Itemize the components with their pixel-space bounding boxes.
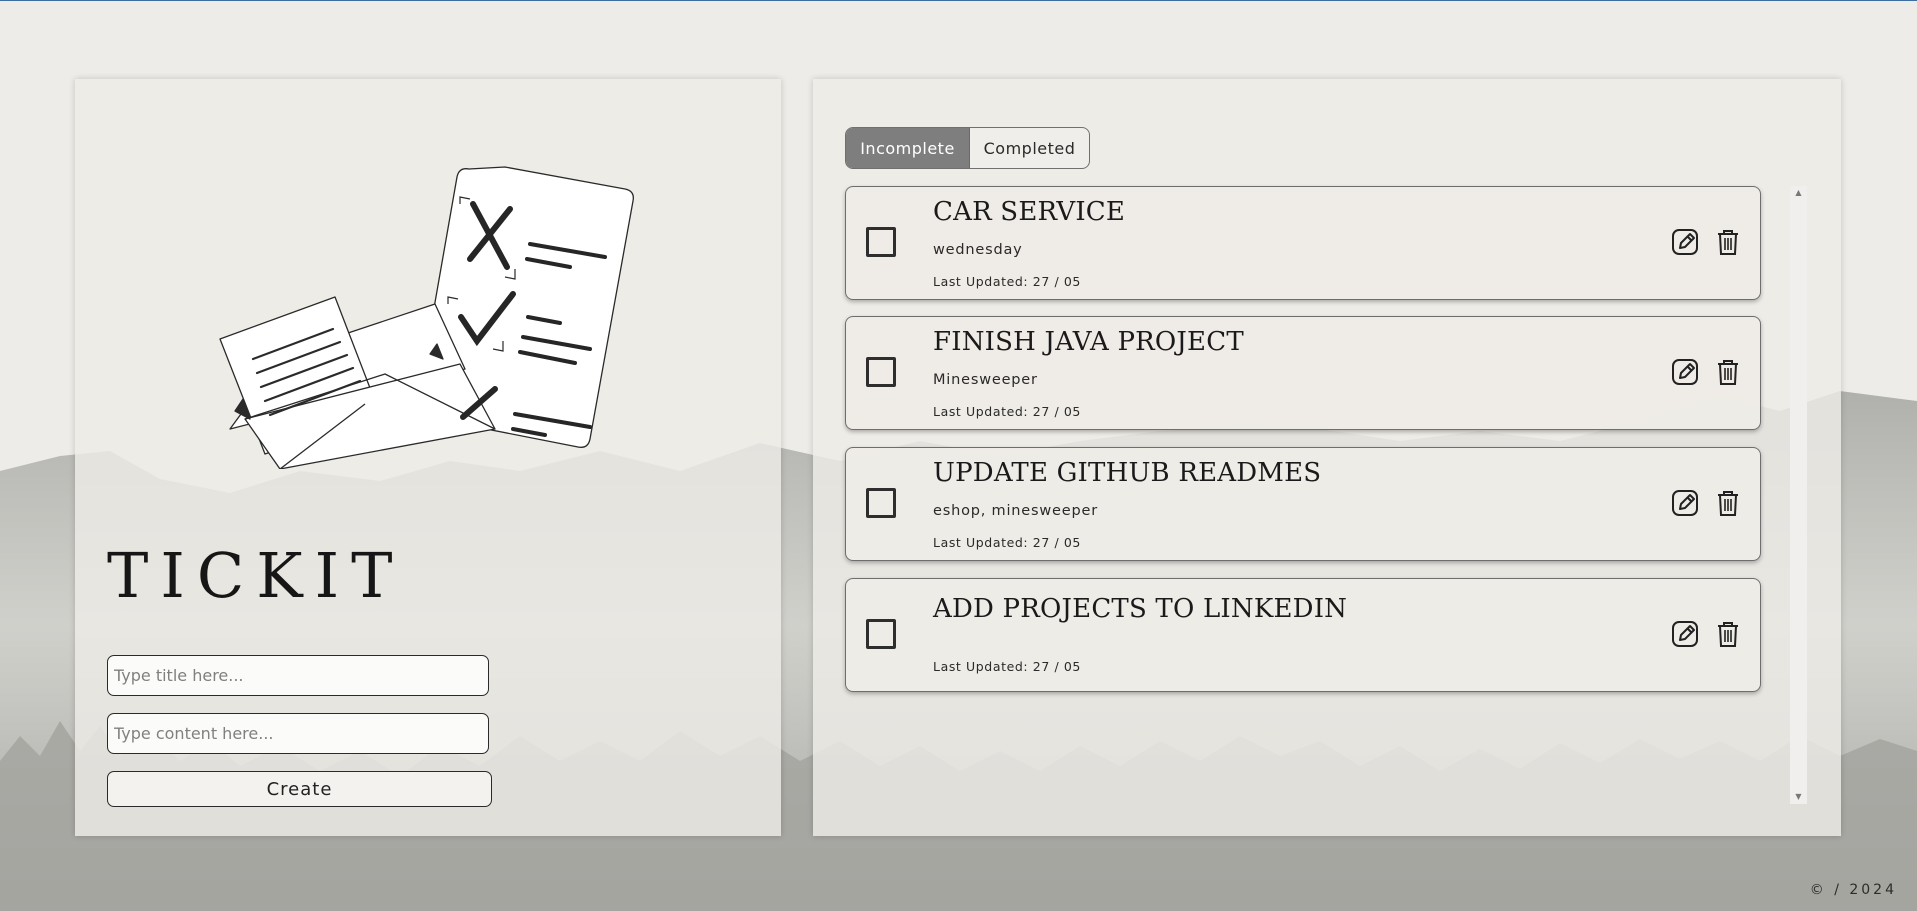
title-input[interactable] [107, 655, 489, 696]
create-panel: TICKIT Create [75, 79, 781, 836]
task-updated: Last Updated: 27 / 05 [933, 535, 1081, 550]
trash-icon[interactable] [1713, 488, 1743, 518]
tab-incomplete[interactable]: Incomplete [846, 128, 970, 168]
edit-icon[interactable] [1670, 227, 1700, 257]
trash-icon[interactable] [1713, 357, 1743, 387]
task-updated: Last Updated: 27 / 05 [933, 274, 1081, 289]
tab-completed[interactable]: Completed [970, 128, 1089, 168]
task-title: ADD PROJECTS TO LINKEDIN [933, 594, 1348, 624]
hero-illustration [219, 166, 634, 469]
create-button[interactable]: Create [107, 771, 492, 807]
task-title: UPDATE GITHUB READMES [933, 458, 1322, 488]
edit-icon[interactable] [1670, 488, 1700, 518]
trash-icon[interactable] [1713, 227, 1743, 257]
task-content: eshop, minesweeper [933, 503, 1098, 519]
task-card: UPDATE GITHUB READMES eshop, minesweeper… [845, 447, 1761, 561]
task-updated: Last Updated: 27 / 05 [933, 404, 1081, 419]
app-title: TICKIT [107, 539, 405, 612]
task-checkbox[interactable] [866, 619, 896, 649]
scroll-down-arrow[interactable]: ▼ [1790, 790, 1807, 804]
task-card: ADD PROJECTS TO LINKEDIN Last Updated: 2… [845, 578, 1761, 692]
task-card: CAR SERVICE wednesday Last Updated: 27 /… [845, 186, 1761, 300]
task-title: CAR SERVICE [933, 197, 1126, 227]
edit-icon[interactable] [1670, 619, 1700, 649]
tasks-panel: Incomplete Completed CAR SERVICE wednesd… [813, 79, 1841, 836]
scroll-up-arrow[interactable]: ▲ [1790, 186, 1807, 200]
task-list-scrollbar[interactable]: ▲ ▼ [1790, 186, 1807, 804]
task-title: FINISH JAVA PROJECT [933, 327, 1244, 357]
task-content: wednesday [933, 242, 1023, 258]
footer-copyright: © / 2024 [1809, 882, 1897, 898]
status-tabs: Incomplete Completed [845, 127, 1090, 169]
trash-icon[interactable] [1713, 619, 1743, 649]
task-updated: Last Updated: 27 / 05 [933, 659, 1081, 674]
task-card: FINISH JAVA PROJECT Minesweeper Last Upd… [845, 316, 1761, 430]
task-checkbox[interactable] [866, 227, 896, 257]
edit-icon[interactable] [1670, 357, 1700, 387]
task-checkbox[interactable] [866, 488, 896, 518]
task-checkbox[interactable] [866, 357, 896, 387]
content-input[interactable] [107, 713, 489, 754]
task-content: Minesweeper [933, 372, 1038, 388]
